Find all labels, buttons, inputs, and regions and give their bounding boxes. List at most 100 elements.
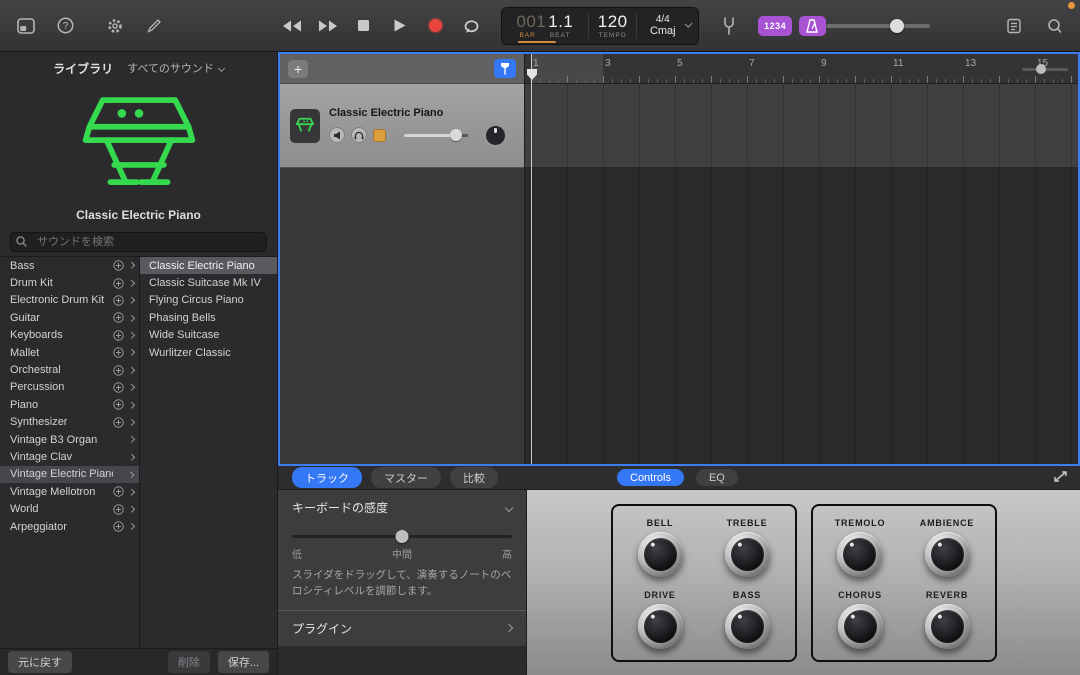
pan-knob[interactable]	[486, 126, 505, 145]
plus-circle-icon[interactable]	[113, 486, 124, 497]
play-button[interactable]	[387, 13, 413, 39]
tab[interactable]: EQ	[696, 469, 738, 486]
library-category-row[interactable]: Electronic Drum Kit	[0, 292, 139, 309]
library-category-row[interactable]: Vintage Electric Piano	[0, 466, 139, 483]
catch-playhead-button[interactable]	[494, 59, 516, 78]
library-category-row[interactable]: Mallet	[0, 344, 139, 361]
knob[interactable]	[838, 604, 883, 649]
plus-circle-icon[interactable]	[113, 417, 124, 428]
add-track-button[interactable]: +	[288, 60, 308, 78]
plus-circle-icon[interactable]	[113, 521, 124, 532]
timeline-empty-area[interactable]	[525, 168, 1078, 464]
sound-search-input[interactable]	[10, 232, 267, 252]
knob[interactable]	[725, 532, 770, 577]
tab[interactable]: トラック	[292, 467, 362, 488]
library-category-row[interactable]: Orchestral	[0, 361, 139, 378]
plus-circle-icon[interactable]	[113, 312, 124, 323]
library-category-row[interactable]: Keyboards	[0, 327, 139, 344]
knob-control[interactable]: DRIVE	[638, 590, 683, 649]
library-category-row[interactable]: Arpeggiator	[0, 518, 139, 535]
record-button[interactable]	[423, 13, 449, 39]
plus-circle-icon[interactable]	[113, 260, 124, 271]
sensitivity-slider[interactable]	[292, 529, 512, 543]
lcd-key-signature[interactable]: 4/4 Cmaj	[643, 14, 682, 37]
knob[interactable]	[925, 604, 970, 649]
library-category-row[interactable]: Vintage Clav	[0, 448, 139, 465]
edit-button[interactable]	[143, 14, 167, 38]
knob-control[interactable]: TREBLE	[725, 518, 770, 577]
master-volume-slider[interactable]	[826, 19, 931, 33]
track-lane[interactable]	[525, 84, 1078, 168]
zoom-slider[interactable]	[1022, 63, 1068, 75]
library-patch-row[interactable]: Wurlitzer Classic	[140, 344, 277, 361]
timeline-ruler[interactable]: 13579111315	[525, 54, 1078, 84]
knob-control[interactable]: CHORUS	[838, 590, 883, 649]
track-volume-thumb[interactable]	[450, 129, 462, 141]
library-category-row[interactable]: Drum Kit	[0, 274, 139, 291]
library-category-row[interactable]: Bass	[0, 257, 139, 274]
library-patch-row[interactable]: Classic Suitcase Mk IV	[140, 274, 277, 291]
sensitivity-slider-thumb[interactable]	[396, 530, 409, 543]
mute-button[interactable]	[329, 127, 345, 143]
library-category-row[interactable]: Guitar	[0, 309, 139, 326]
plus-circle-icon[interactable]	[113, 399, 124, 410]
knob[interactable]	[638, 604, 683, 649]
library-category-row[interactable]: World	[0, 500, 139, 517]
notepad-button[interactable]	[1002, 14, 1026, 38]
library-category-row[interactable]: Synthesizer	[0, 414, 139, 431]
help-button[interactable]: ?	[54, 14, 78, 38]
cycle-button[interactable]	[459, 13, 485, 39]
knob-control[interactable]: BASS	[725, 590, 770, 649]
forward-button[interactable]	[315, 13, 341, 39]
library-category-row[interactable]: Piano	[0, 396, 139, 413]
solo-button[interactable]	[351, 127, 367, 143]
zoom-slider-thumb[interactable]	[1036, 64, 1046, 74]
chevron-down-icon[interactable]	[505, 503, 513, 511]
knob-control[interactable]: REVERB	[925, 590, 970, 649]
volume-slider-thumb[interactable]	[890, 19, 904, 33]
library-patch-row[interactable]: Classic Electric Piano	[140, 257, 277, 274]
input-monitoring-button[interactable]	[373, 129, 386, 142]
plus-circle-icon[interactable]	[113, 504, 124, 515]
knob-control[interactable]: BELL	[638, 518, 683, 577]
library-toggle-button[interactable]	[14, 14, 38, 38]
plus-circle-icon[interactable]	[113, 365, 124, 376]
tab[interactable]: 比較	[450, 467, 498, 488]
metronome-button[interactable]	[799, 16, 826, 36]
knob-control[interactable]: TREMOLO	[835, 518, 886, 577]
knob-control[interactable]: AMBIENCE	[920, 518, 974, 577]
plus-circle-icon[interactable]	[113, 347, 124, 358]
knob[interactable]	[638, 532, 683, 577]
plus-circle-icon[interactable]	[113, 382, 124, 393]
playhead[interactable]	[531, 54, 532, 464]
plus-circle-icon[interactable]	[113, 295, 124, 306]
loop-browser-button[interactable]	[1042, 14, 1066, 38]
knob[interactable]	[925, 532, 970, 577]
stop-button[interactable]	[351, 13, 377, 39]
plus-circle-icon[interactable]	[113, 278, 124, 289]
count-in-button[interactable]: 1234	[758, 16, 792, 36]
rewind-button[interactable]	[279, 13, 305, 39]
tab[interactable]: マスター	[371, 467, 441, 488]
settings-button[interactable]	[103, 14, 127, 38]
tab[interactable]: Controls	[617, 469, 684, 486]
expand-panel-button[interactable]	[1053, 470, 1068, 483]
track-header[interactable]: Classic Electric Piano	[280, 84, 524, 168]
library-scope-filter[interactable]: すべてのサウンド	[127, 60, 224, 76]
lcd-display[interactable]: 0011.1 BARBEAT 120 TEMPO 4/4 Cmaj	[501, 7, 699, 45]
save-button[interactable]: 保存...	[218, 651, 269, 673]
track-volume-slider[interactable]	[404, 129, 468, 141]
library-patch-row[interactable]: Flying Circus Piano	[140, 292, 277, 309]
library-category-row[interactable]: Percussion	[0, 379, 139, 396]
delete-button[interactable]: 削除	[168, 651, 210, 673]
plugins-row[interactable]: プラグイン	[278, 610, 526, 646]
library-patch-row[interactable]: Wide Suitcase	[140, 327, 277, 344]
library-category-row[interactable]: Vintage Mellotron	[0, 483, 139, 500]
knob[interactable]	[725, 604, 770, 649]
tuner-button[interactable]	[717, 14, 741, 38]
library-patch-row[interactable]: Phasing Bells	[140, 309, 277, 326]
lcd-tempo[interactable]: 120 TEMPO	[595, 13, 630, 39]
plus-circle-icon[interactable]	[113, 330, 124, 341]
knob[interactable]	[837, 532, 882, 577]
library-category-row[interactable]: Vintage B3 Organ	[0, 431, 139, 448]
